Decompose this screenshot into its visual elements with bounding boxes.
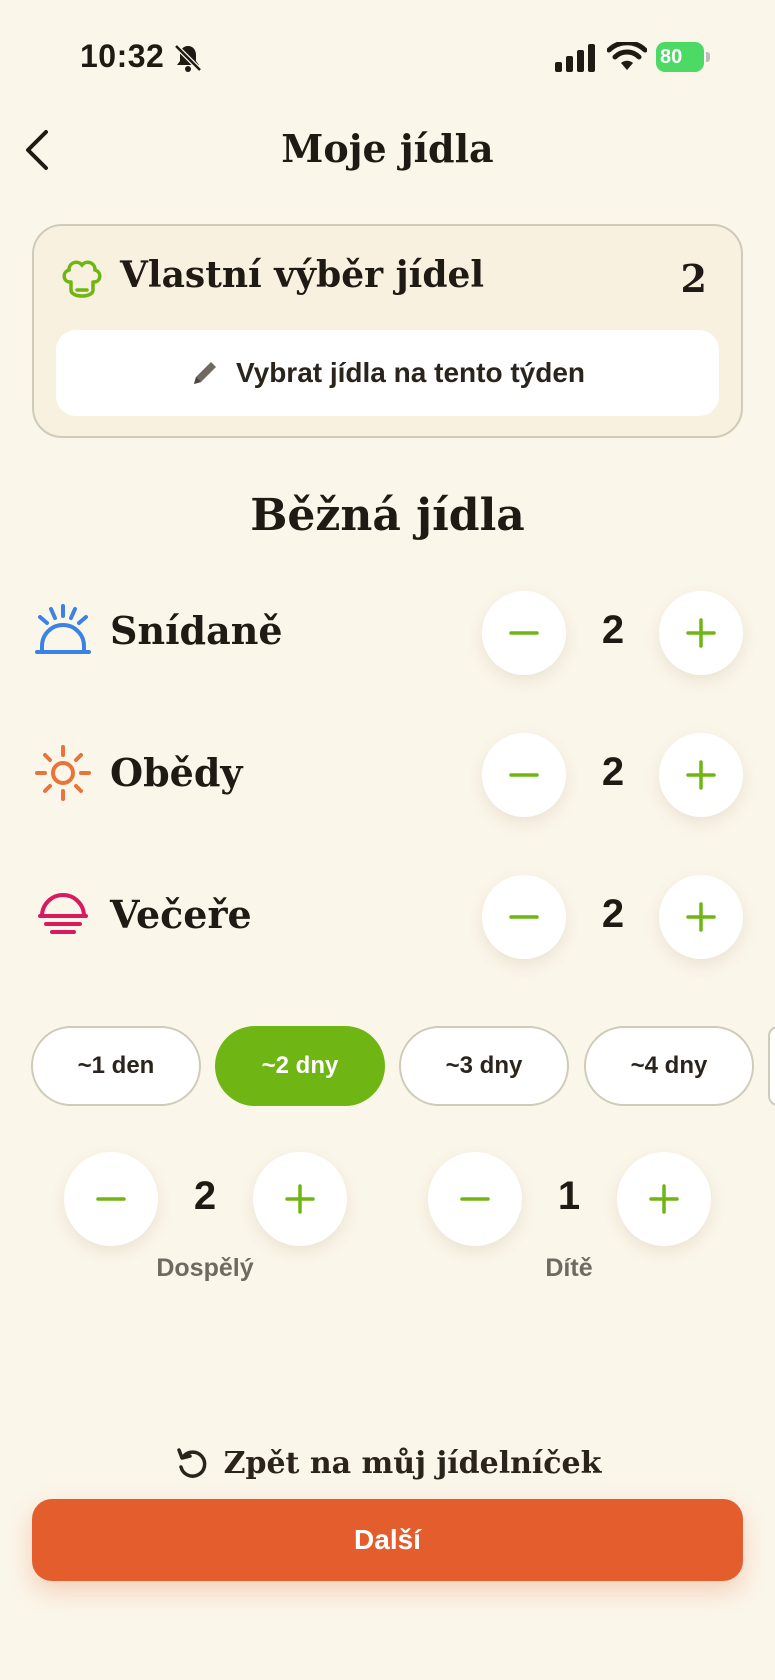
custom-selection-title: Vlastní výběr jídel xyxy=(120,254,485,296)
minus-icon xyxy=(509,773,539,777)
day-option-4[interactable]: ~4 dny xyxy=(584,1026,754,1106)
children-label: Dítě xyxy=(545,1254,593,1282)
breakfast-increment-button[interactable] xyxy=(659,591,743,675)
page-title: Moje jídla xyxy=(281,126,494,171)
plus-icon xyxy=(686,618,716,648)
choose-meals-label: Vybrat jídla na tento týden xyxy=(235,357,585,388)
meal-row-breakfast: Snídaně 2 xyxy=(0,588,775,678)
battery-tip xyxy=(706,52,710,62)
signal-icon xyxy=(555,44,595,72)
undo-icon xyxy=(176,1448,206,1478)
adults-increment-button[interactable] xyxy=(253,1152,347,1246)
meal-label: Obědy xyxy=(110,750,243,795)
adults-label: Dospělý xyxy=(156,1254,254,1282)
sunset-icon xyxy=(38,893,88,934)
battery-indicator: 80 xyxy=(656,42,710,72)
status-time: 10:32 xyxy=(80,38,165,74)
sunrise-icon xyxy=(35,604,91,654)
plus-icon xyxy=(285,1184,315,1214)
adults-count: 2 xyxy=(193,1174,217,1218)
chevron-left-icon xyxy=(26,130,48,170)
chef-hat-icon xyxy=(62,260,102,298)
minus-icon xyxy=(96,1197,126,1201)
adults-decrement-button[interactable] xyxy=(64,1152,158,1246)
day-option-2-selected[interactable]: ~2 dny xyxy=(215,1026,385,1106)
children-stepper: 1 Dítě xyxy=(428,1152,718,1292)
meal-row-dinner: Večeře 2 xyxy=(0,872,775,962)
lunch-count: 2 xyxy=(601,750,625,794)
breakfast-count: 2 xyxy=(601,608,625,652)
plus-icon xyxy=(686,760,716,790)
day-option-1[interactable]: ~1 den xyxy=(31,1026,201,1106)
sun-icon xyxy=(35,745,91,801)
battery-level: 80 xyxy=(656,42,704,72)
status-bar: 10:32 80 xyxy=(0,0,775,110)
meal-label: Snídaně xyxy=(110,608,283,653)
back-to-menu-label: Zpět na můj jídelníček xyxy=(223,1445,602,1481)
children-decrement-button[interactable] xyxy=(428,1152,522,1246)
day-option-3[interactable]: ~3 dny xyxy=(399,1026,569,1106)
breakfast-decrement-button[interactable] xyxy=(482,591,566,675)
plus-icon xyxy=(686,902,716,932)
next-button[interactable]: Další xyxy=(32,1499,743,1581)
children-increment-button[interactable] xyxy=(617,1152,711,1246)
plus-icon xyxy=(649,1184,679,1214)
adults-stepper: 2 Dospělý xyxy=(64,1152,354,1292)
meal-label: Večeře xyxy=(110,892,252,937)
custom-selection-card: Vlastní výběr jídel 2 Vybrat jídla na te… xyxy=(32,224,743,438)
wifi-icon xyxy=(607,42,647,70)
section-title: Běžná jídla xyxy=(250,490,525,541)
back-button[interactable] xyxy=(12,124,62,176)
children-count: 1 xyxy=(557,1174,581,1218)
bell-muted-icon xyxy=(174,44,202,72)
meal-row-lunch: Obědy 2 xyxy=(0,730,775,820)
choose-meals-button[interactable]: Vybrat jídla na tento týden xyxy=(56,330,719,416)
minus-icon xyxy=(460,1197,490,1201)
pencil-icon xyxy=(193,362,216,384)
lunch-increment-button[interactable] xyxy=(659,733,743,817)
lunch-decrement-button[interactable] xyxy=(482,733,566,817)
day-option-more[interactable] xyxy=(768,1026,775,1106)
custom-selection-count: 2 xyxy=(680,256,707,301)
dinner-count: 2 xyxy=(601,892,625,936)
minus-icon xyxy=(509,631,539,635)
dinner-increment-button[interactable] xyxy=(659,875,743,959)
back-to-menu-link[interactable]: Zpět na můj jídelníček xyxy=(0,1436,775,1490)
dinner-decrement-button[interactable] xyxy=(482,875,566,959)
minus-icon xyxy=(509,915,539,919)
